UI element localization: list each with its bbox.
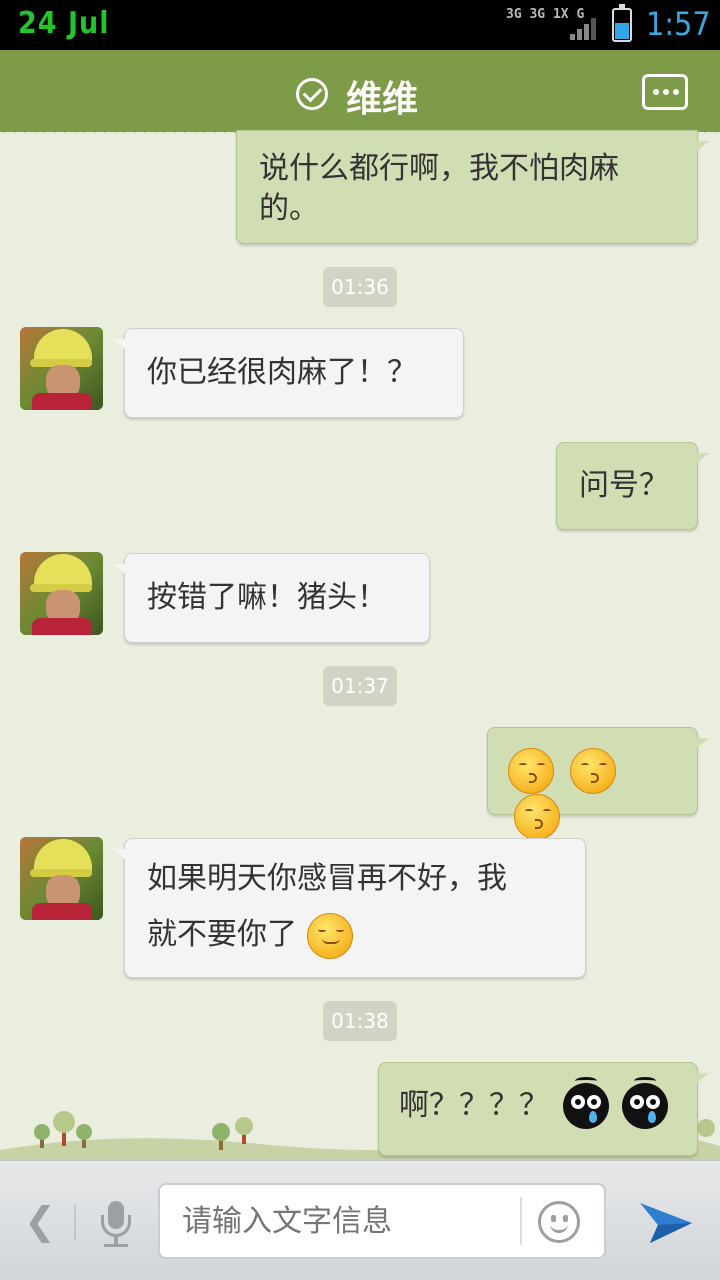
message-incoming[interactable]: 你已经很肉麻了！？ (113, 328, 464, 418)
status-bar: 24 Jul 3G 3G 1X G 1:57 (0, 0, 720, 50)
message-outgoing[interactable]: 啊？？？？ (378, 1062, 709, 1156)
kiss-emoji-icon (508, 748, 554, 794)
status-date: 24 Jul (18, 6, 110, 41)
check-circle-icon (296, 78, 328, 110)
message-timestamp: 01:36 (323, 267, 397, 307)
crying-bug-emoji-icon (622, 1077, 669, 1129)
message-incoming[interactable]: 按错了嘛！猪头！ (113, 553, 430, 643)
message-incoming[interactable]: 如果明天你感冒再不好，我 就不要你了 (113, 838, 586, 978)
message-text: 问号？ (579, 468, 669, 503)
message-timestamp: 01:37 (323, 666, 397, 706)
battery-icon (612, 4, 632, 42)
divider (74, 1205, 76, 1241)
message-outgoing[interactable]: 问号？ (556, 442, 709, 530)
chat-menu-button[interactable] (642, 74, 688, 110)
chevron-left-icon[interactable]: ❮ (24, 1199, 56, 1243)
message-outgoing[interactable]: 说什么都行啊，我不怕肉麻 的。 (236, 130, 709, 244)
kiss-emoji-icon (514, 794, 560, 840)
microphone-icon[interactable] (96, 1201, 136, 1249)
message-text: 说什么都行啊，我不怕肉麻 (259, 151, 619, 186)
signal-icon (570, 18, 600, 40)
status-time: 1:57 (646, 5, 711, 43)
message-timestamp: 01:38 (323, 1001, 397, 1041)
smiley-icon[interactable] (538, 1201, 580, 1243)
kiss-emoji-icon (569, 748, 616, 794)
crying-bug-emoji-icon (562, 1077, 609, 1129)
message-text: 按错了嘛！猪头！ (147, 580, 387, 615)
contact-avatar[interactable] (20, 327, 103, 410)
contact-name: 维维 (346, 79, 419, 120)
paper-plane-icon[interactable] (636, 1197, 694, 1249)
message-text: 如果明天你感冒再不好，我 (147, 861, 507, 896)
contact-avatar[interactable] (20, 552, 103, 635)
input-bar: ❮ (0, 1160, 720, 1280)
message-text: 你已经很肉麻了！？ (147, 355, 417, 390)
message-outgoing[interactable] (487, 727, 709, 840)
message-text: 啊？？？？ (399, 1088, 549, 1123)
input-separator (520, 1197, 522, 1245)
smile-emoji-icon (306, 912, 353, 959)
message-text: 的。 (259, 191, 319, 226)
contact-avatar[interactable] (20, 837, 103, 920)
message-text: 就不要你了 (147, 917, 297, 952)
